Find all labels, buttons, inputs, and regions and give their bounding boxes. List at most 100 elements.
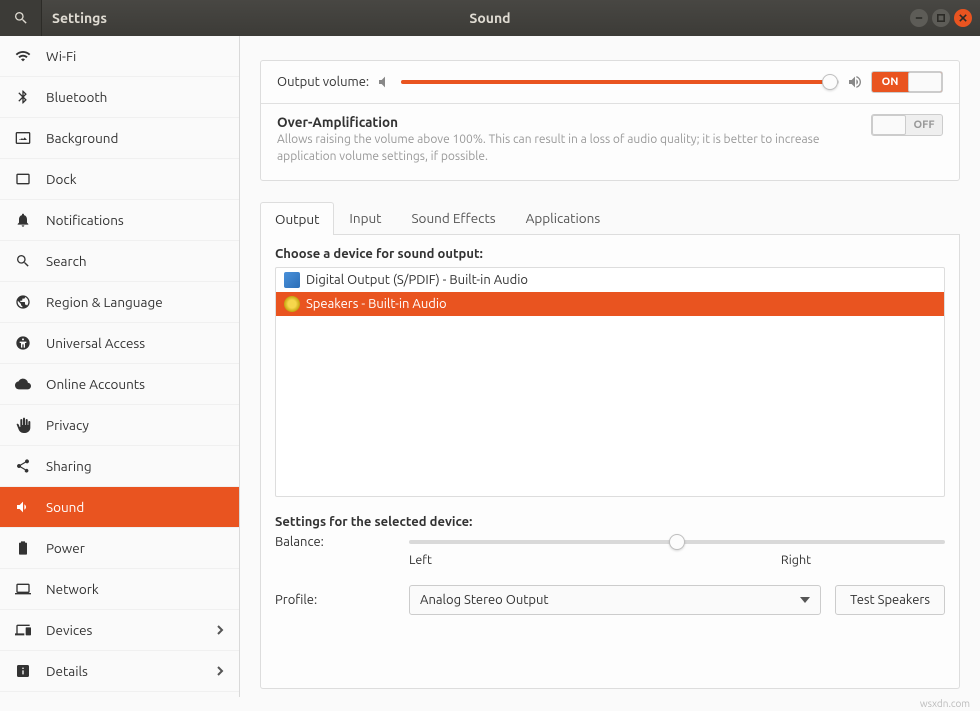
output-volume-label: Output volume: <box>277 75 369 89</box>
device-list[interactable]: Digital Output (S/PDIF) - Built-in Audio… <box>275 267 945 497</box>
tab-output[interactable]: Output <box>260 202 334 235</box>
volume-slider[interactable] <box>401 80 839 84</box>
sidebar-item-sharing[interactable]: Sharing <box>0 446 239 487</box>
search-icon <box>14 252 32 270</box>
choose-device-label: Choose a device for sound output: <box>275 247 945 261</box>
hand-icon <box>14 416 32 434</box>
sidebar-item-label: Dock <box>46 171 77 187</box>
chevron-right-icon <box>215 663 225 679</box>
sidebar-item-label: Bluetooth <box>46 89 107 105</box>
page-title: Sound <box>469 10 510 26</box>
devices-icon <box>14 621 32 639</box>
overamp-title: Over-Amplification <box>277 114 837 130</box>
device-label: Digital Output (S/PDIF) - Built-in Audio <box>306 273 528 287</box>
sidebar: Wi-Fi Bluetooth Background Dock Notifica… <box>0 36 240 697</box>
toggle-handle <box>908 72 942 92</box>
sidebar-item-devices[interactable]: Devices <box>0 610 239 651</box>
sidebar-item-label: Devices <box>46 622 92 638</box>
maximize-icon <box>937 14 945 22</box>
chevron-right-icon <box>215 622 225 638</box>
search-button[interactable] <box>0 0 42 36</box>
toggle-on-label: ON <box>872 72 908 92</box>
dock-icon <box>14 170 32 188</box>
profile-value: Analog Stereo Output <box>420 593 549 607</box>
sidebar-item-label: Region & Language <box>46 294 163 310</box>
network-icon <box>14 580 32 598</box>
close-icon <box>959 14 967 22</box>
sidebar-item-region[interactable]: Region & Language <box>0 282 239 323</box>
cloud-icon <box>14 375 32 393</box>
info-icon <box>14 662 32 680</box>
speaker-low-icon <box>377 74 393 90</box>
device-row[interactable]: Digital Output (S/PDIF) - Built-in Audio <box>276 268 944 292</box>
accessibility-icon <box>14 334 32 352</box>
sidebar-item-notifications[interactable]: Notifications <box>0 200 239 241</box>
titlebar: Settings Sound <box>0 0 980 36</box>
tab-applications[interactable]: Applications <box>511 201 616 234</box>
watermark: wsxdn.com <box>920 698 970 709</box>
sidebar-item-sound[interactable]: Sound <box>0 487 239 528</box>
close-button[interactable] <box>954 9 972 27</box>
sidebar-item-bluetooth[interactable]: Bluetooth <box>0 77 239 118</box>
balance-thumb[interactable] <box>669 534 685 550</box>
device-label: Speakers - Built-in Audio <box>306 297 447 311</box>
maximize-button[interactable] <box>932 9 950 27</box>
balance-left-label: Left <box>409 553 432 567</box>
soundcard-icon <box>284 272 300 288</box>
sidebar-item-label: Privacy <box>46 417 89 433</box>
tab-input[interactable]: Input <box>334 201 396 234</box>
volume-toggle[interactable]: ON <box>871 71 943 93</box>
sidebar-item-online[interactable]: Online Accounts <box>0 364 239 405</box>
toggle-off-label: OFF <box>906 115 942 135</box>
sidebar-item-label: Sound <box>46 499 84 515</box>
sidebar-item-label: Notifications <box>46 212 124 228</box>
tab-sound-effects[interactable]: Sound Effects <box>396 201 510 234</box>
sidebar-item-wifi[interactable]: Wi-Fi <box>0 36 239 77</box>
overamp-desc: Allows raising the volume above 100%. Th… <box>277 132 837 166</box>
toggle-handle <box>872 115 906 135</box>
output-panel: Choose a device for sound output: Digita… <box>260 235 960 689</box>
speaker-high-icon <box>847 74 863 90</box>
test-speakers-button[interactable]: Test Speakers <box>835 585 945 615</box>
content-area: Output volume: ON Over-Amplification All… <box>240 36 980 697</box>
device-row[interactable]: Speakers - Built-in Audio <box>276 292 944 316</box>
sidebar-item-details[interactable]: Details <box>0 651 239 692</box>
sidebar-item-dock[interactable]: Dock <box>0 159 239 200</box>
sidebar-item-label: Universal Access <box>46 335 145 351</box>
sidebar-item-label: Sharing <box>46 458 92 474</box>
volume-slider-thumb[interactable] <box>822 74 838 90</box>
bluetooth-icon <box>14 88 32 106</box>
volume-card: Output volume: ON Over-Amplification All… <box>260 60 960 181</box>
wifi-icon <box>14 47 32 65</box>
sidebar-item-background[interactable]: Background <box>0 118 239 159</box>
minimize-button[interactable] <box>910 9 928 27</box>
sidebar-item-power[interactable]: Power <box>0 528 239 569</box>
sound-icon <box>14 498 32 516</box>
volume-slider-fill <box>401 80 830 84</box>
profile-combobox[interactable]: Analog Stereo Output <box>409 585 821 615</box>
bell-icon <box>14 211 32 229</box>
balance-right-label: Right <box>781 553 811 567</box>
sidebar-item-label: Background <box>46 130 118 146</box>
tabs: Output Input Sound Effects Applications <box>260 201 960 235</box>
sidebar-item-privacy[interactable]: Privacy <box>0 405 239 446</box>
sidebar-item-label: Online Accounts <box>46 376 145 392</box>
app-title: Settings <box>52 10 107 26</box>
speaker-device-icon <box>284 296 300 312</box>
sidebar-item-network[interactable]: Network <box>0 569 239 610</box>
search-icon <box>13 10 29 26</box>
balance-label: Balance: <box>275 535 395 549</box>
device-settings-label: Settings for the selected device: <box>275 515 945 529</box>
sidebar-item-label: Power <box>46 540 85 556</box>
background-icon <box>14 129 32 147</box>
profile-label: Profile: <box>275 593 395 607</box>
share-icon <box>14 457 32 475</box>
overamp-toggle[interactable]: OFF <box>871 114 943 136</box>
balance-slider[interactable] <box>409 540 945 544</box>
minimize-icon <box>915 14 923 22</box>
power-icon <box>14 539 32 557</box>
sidebar-item-universal[interactable]: Universal Access <box>0 323 239 364</box>
sidebar-item-label: Network <box>46 581 99 597</box>
sidebar-item-search[interactable]: Search <box>0 241 239 282</box>
globe-icon <box>14 293 32 311</box>
